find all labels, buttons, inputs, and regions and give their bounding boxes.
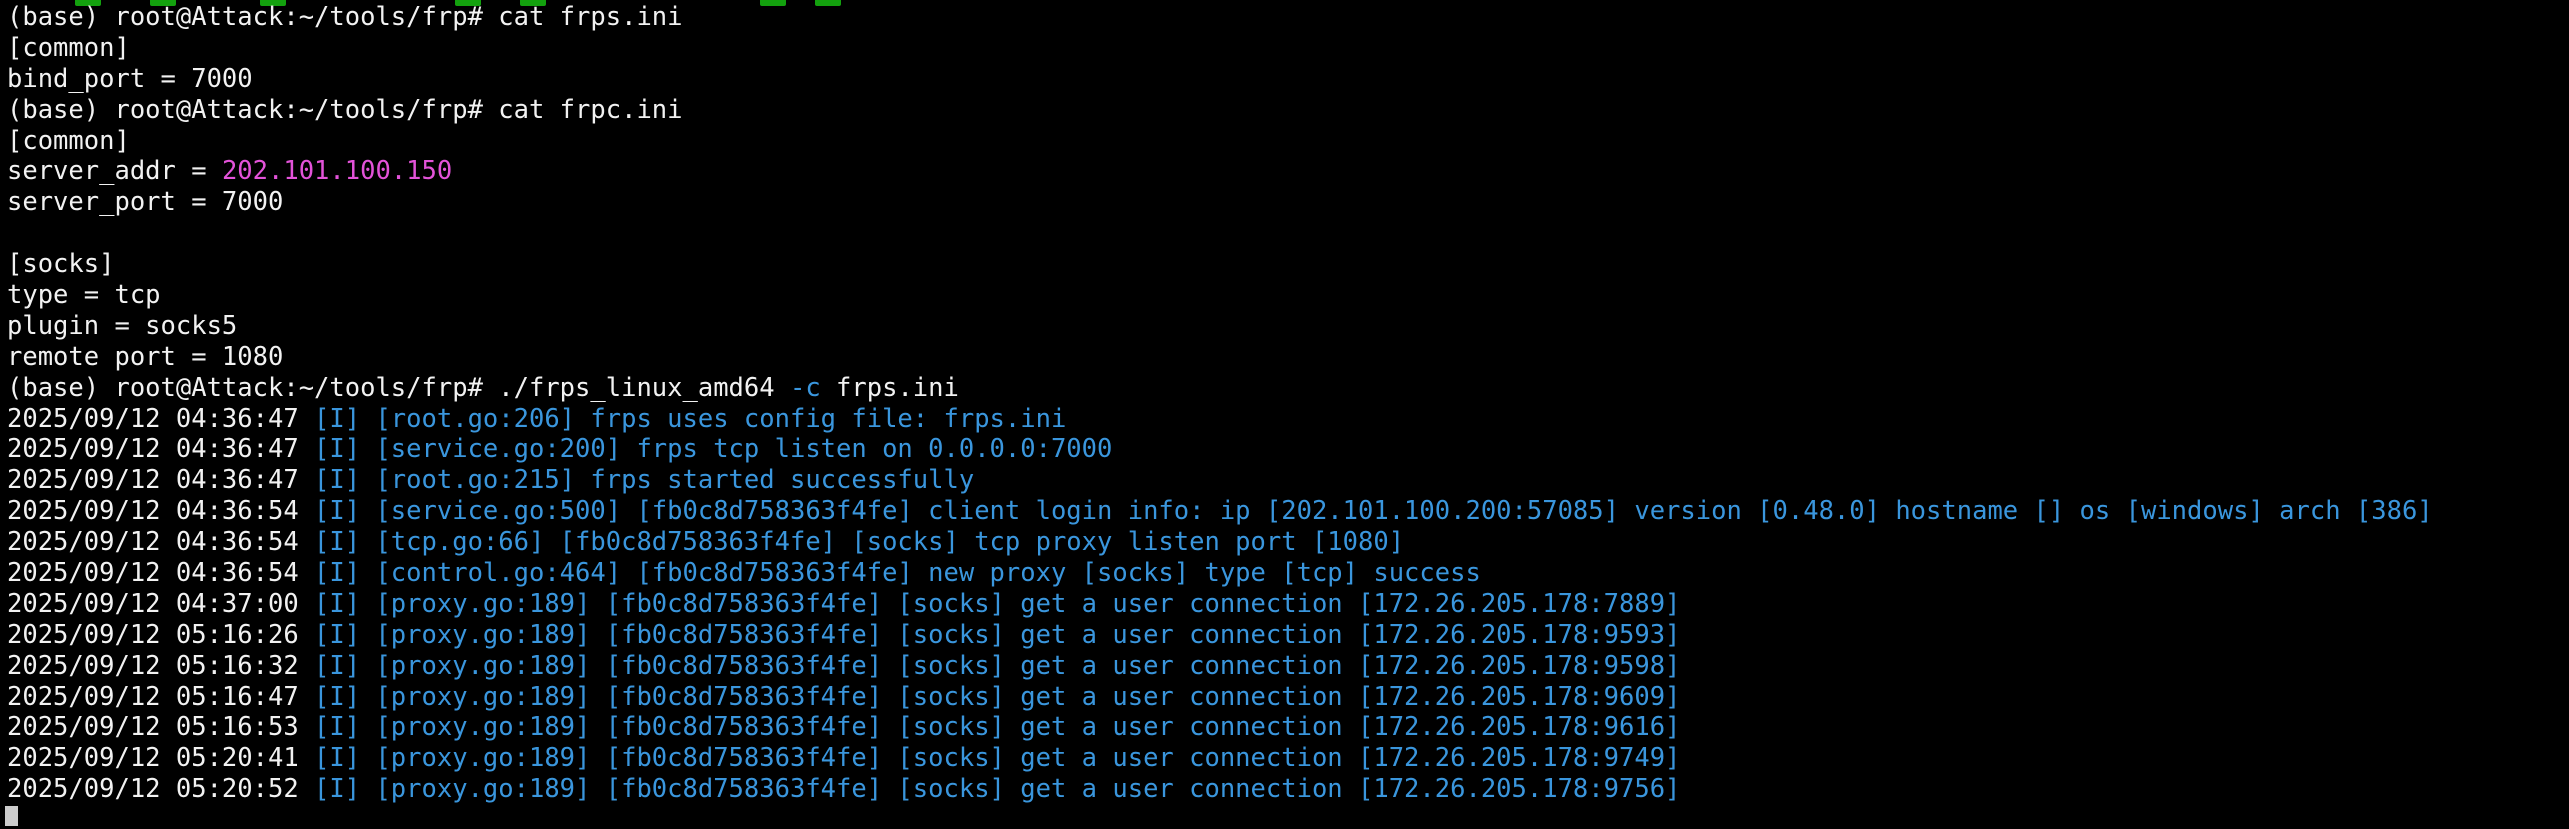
line-text: server_addr =	[7, 156, 222, 187]
log-message-text: [I] [proxy.go:189] [fb0c8d758363f4fe] [s…	[314, 650, 1681, 681]
line-text: 2025/09/12 05:16:26	[7, 619, 315, 650]
log-message-text: [I] [control.go:464] [fb0c8d758363f4fe] …	[314, 558, 1481, 589]
line-text: 2025/09/12 04:36:54	[7, 496, 315, 527]
log-message-text: [I] [service.go:200] frps tcp listen on …	[314, 434, 1113, 465]
line-text: (base) root@Attack:~/tools/frp# ./frps_l…	[7, 372, 790, 403]
terminal-line: 2025/09/12 05:16:53 [I] [proxy.go:189] […	[7, 712, 2433, 743]
terminal-line: server_port = 7000	[7, 187, 2433, 218]
terminal-line: 2025/09/12 04:36:54 [I] [tcp.go:66] [fb0…	[7, 527, 2433, 558]
line-text: [common]	[7, 32, 130, 63]
terminal-line: [common]	[7, 33, 2433, 64]
line-text: [socks]	[7, 249, 115, 280]
line-text: server_port = 7000	[7, 187, 284, 218]
line-text: 2025/09/12 04:36:47	[7, 403, 315, 434]
line-text: 2025/09/12 05:16:53	[7, 712, 315, 743]
terminal-cursor	[5, 806, 18, 826]
terminal-output: (base) root@Attack:~/tools/frp# cat frps…	[7, 2, 2433, 805]
line-text: remote port = 1080	[7, 341, 284, 372]
terminal-line: 2025/09/12 05:16:26 [I] [proxy.go:189] […	[7, 620, 2433, 651]
terminal-line: 2025/09/12 04:37:00 [I] [proxy.go:189] […	[7, 589, 2433, 620]
terminal-line: 2025/09/12 04:36:47 [I] [root.go:206] fr…	[7, 404, 2433, 435]
terminal-line: 2025/09/12 05:20:52 [I] [proxy.go:189] […	[7, 774, 2433, 805]
terminal-line: 2025/09/12 04:36:47 [I] [service.go:200]…	[7, 434, 2433, 465]
log-message-text: [I] [root.go:206] frps uses config file:…	[314, 403, 1067, 434]
log-message-text: [I] [proxy.go:189] [fb0c8d758363f4fe] [s…	[314, 774, 1681, 805]
terminal-line: remote port = 1080	[7, 342, 2433, 373]
terminal-line: [common]	[7, 126, 2433, 157]
terminal-line: type = tcp	[7, 280, 2433, 311]
terminal-line: plugin = socks5	[7, 311, 2433, 342]
command-option-text: -c	[789, 372, 821, 403]
line-text: 2025/09/12 05:16:47	[7, 681, 315, 712]
ip-address-text: 202.101.100.150	[221, 156, 453, 187]
terminal-line: (base) root@Attack:~/tools/frp# cat frps…	[7, 2, 2433, 33]
terminal-line: 2025/09/12 05:16:47 [I] [proxy.go:189] […	[7, 682, 2433, 713]
line-text: (base) root@Attack:~/tools/frp# cat frps…	[7, 2, 683, 32]
line-text: 2025/09/12 05:20:52	[7, 774, 315, 805]
log-message-text: [I] [proxy.go:189] [fb0c8d758363f4fe] [s…	[314, 712, 1681, 743]
log-message-text: [I] [tcp.go:66] [fb0c8d758363f4fe] [sock…	[314, 527, 1405, 558]
line-text: plugin = socks5	[7, 310, 238, 341]
line-text: 2025/09/12 05:20:41	[7, 743, 315, 774]
terminal-line: 2025/09/12 05:16:32 [I] [proxy.go:189] […	[7, 651, 2433, 682]
terminal-window[interactable]: (base) root@Attack:~/tools/frp# cat frps…	[0, 0, 2569, 829]
log-message-text: [I] [proxy.go:189] [fb0c8d758363f4fe] [s…	[314, 588, 1681, 619]
line-text: 2025/09/12 04:36:54	[7, 558, 315, 589]
line-text: 2025/09/12 04:37:00	[7, 588, 315, 619]
terminal-line: 2025/09/12 04:36:54 [I] [control.go:464]…	[7, 558, 2433, 589]
terminal-line: bind_port = 7000	[7, 64, 2433, 95]
line-text: 2025/09/12 04:36:54	[7, 527, 315, 558]
terminal-line: (base) root@Attack:~/tools/frp# ./frps_l…	[7, 373, 2433, 404]
line-text: (base) root@Attack:~/tools/frp# cat frpc…	[7, 94, 683, 125]
line-text: type = tcp	[7, 280, 161, 311]
log-message-text: [I] [proxy.go:189] [fb0c8d758363f4fe] [s…	[314, 743, 1681, 774]
log-message-text: [I] [service.go:500] [fb0c8d758363f4fe] …	[314, 496, 2433, 527]
line-text: bind_port = 7000	[7, 63, 253, 94]
line-text: frps.ini	[820, 372, 959, 403]
line-text: [common]	[7, 125, 130, 156]
line-text: 2025/09/12 04:36:47	[7, 465, 315, 496]
terminal-line: [socks]	[7, 249, 2433, 280]
terminal-line: (base) root@Attack:~/tools/frp# cat frpc…	[7, 95, 2433, 126]
log-message-text: [I] [proxy.go:189] [fb0c8d758363f4fe] [s…	[314, 681, 1681, 712]
line-text: 2025/09/12 04:36:47	[7, 434, 315, 465]
terminal-line: 2025/09/12 04:36:54 [I] [service.go:500]…	[7, 496, 2433, 527]
log-message-text: [I] [proxy.go:189] [fb0c8d758363f4fe] [s…	[314, 619, 1681, 650]
terminal-line: 2025/09/12 05:20:41 [I] [proxy.go:189] […	[7, 743, 2433, 774]
terminal-line: 2025/09/12 04:36:47 [I] [root.go:215] fr…	[7, 465, 2433, 496]
terminal-line: server_addr = 202.101.100.150	[7, 156, 2433, 187]
log-message-text: [I] [root.go:215] frps started successfu…	[314, 465, 975, 496]
line-text: 2025/09/12 05:16:32	[7, 650, 315, 681]
